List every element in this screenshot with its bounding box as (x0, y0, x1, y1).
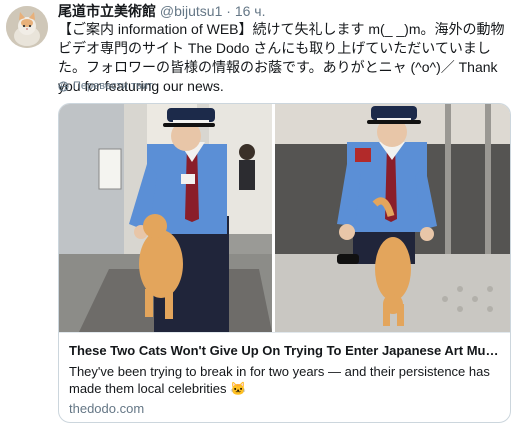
card-image[interactable] (59, 104, 510, 332)
tweet: 尾道市立美術館 @bijutsu1 · 16 ч. 【ご案内 informati… (0, 0, 515, 425)
author-name[interactable]: 尾道市立美術館 (58, 3, 156, 19)
tweet-header: 尾道市立美術館 @bijutsu1 · 16 ч. (58, 2, 508, 20)
card-domain: thedodo.com (69, 401, 145, 416)
link-card[interactable]: These Two Cats Won't Give Up On Trying T… (58, 103, 511, 423)
author-handle[interactable]: @bijutsu1 (160, 3, 222, 19)
header-separator: · (226, 3, 231, 19)
globe-icon (58, 80, 69, 92)
author-avatar[interactable] (6, 6, 48, 48)
card-description: They've been trying to break in for two … (69, 364, 490, 396)
cat-avatar-icon (6, 6, 48, 48)
photo-right (275, 104, 510, 332)
card-text: These Two Cats Won't Give Up On Trying T… (59, 332, 510, 422)
translate-label: Перевести твит (73, 80, 153, 92)
photo-left (59, 104, 272, 332)
translate-tweet-link[interactable]: Перевести твит (58, 80, 153, 92)
card-title[interactable]: These Two Cats Won't Give Up On Trying T… (69, 342, 499, 359)
tweet-time[interactable]: 16 ч. (235, 3, 266, 19)
